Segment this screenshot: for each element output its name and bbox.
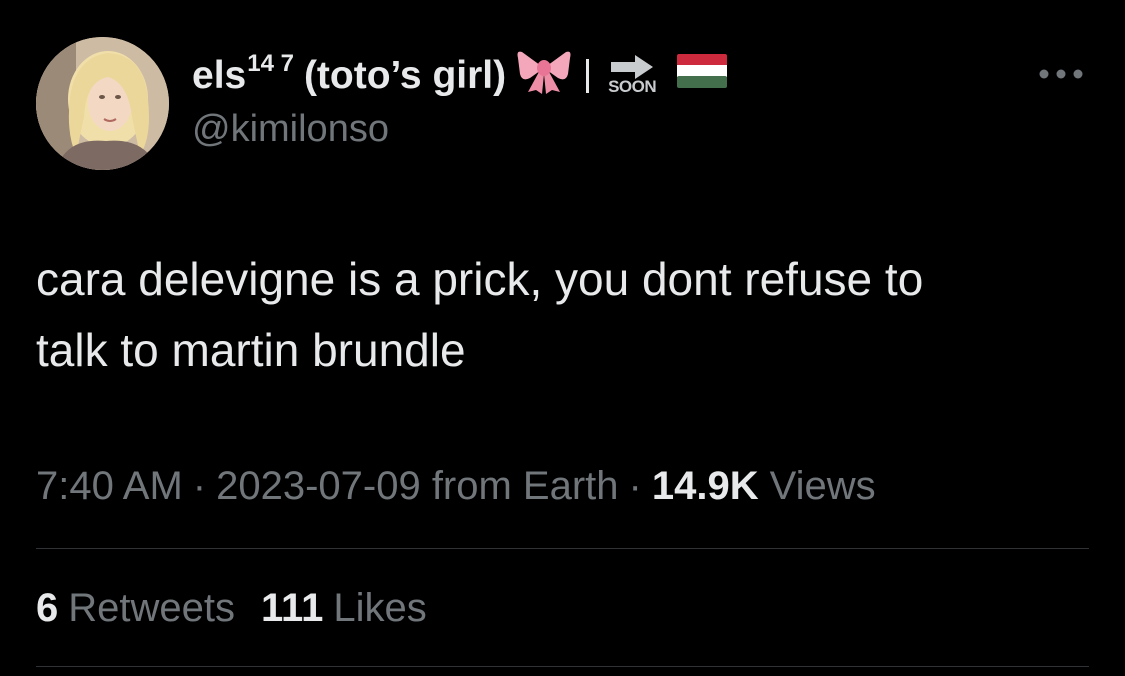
display-name-superscript: 14 7 xyxy=(247,50,294,77)
display-name-text: els xyxy=(192,54,247,97)
meta-separator: · xyxy=(628,464,642,508)
more-horizontal-icon[interactable] xyxy=(1038,64,1084,84)
name-separator-bar xyxy=(586,59,590,93)
soon-label: SOON xyxy=(608,77,657,96)
likes-count[interactable]: 111 xyxy=(261,580,323,636)
likes-label[interactable]: Likes xyxy=(333,580,426,636)
soon-arrow-icon: SOON xyxy=(607,55,657,97)
views-count[interactable]: 14.9K xyxy=(652,458,759,514)
ribbon-bow-icon xyxy=(516,48,572,104)
user-handle[interactable]: @kimilonso xyxy=(192,108,389,151)
display-name[interactable]: els 14 7 (toto’s girl) SOON xyxy=(192,48,728,104)
avatar-image xyxy=(36,37,169,170)
retweets-label[interactable]: Retweets xyxy=(68,580,235,636)
tweet-meta: 7:40 AM · 2023-07-09 from Earth · 14.9K … xyxy=(36,458,876,514)
tweet-time[interactable]: 7:40 AM xyxy=(36,458,183,514)
retweets-count[interactable]: 6 xyxy=(36,580,58,636)
tweet-date-source[interactable]: 2023-07-09 from Earth xyxy=(216,458,618,514)
hungary-flag-icon xyxy=(677,54,728,98)
avatar[interactable] xyxy=(36,37,169,170)
views-label[interactable]: Views xyxy=(770,458,876,514)
display-name-suffix: (toto’s girl) xyxy=(303,54,507,97)
divider xyxy=(36,548,1089,549)
meta-separator: · xyxy=(192,464,207,508)
tweet-text: cara delevigne is a prick, you dont refu… xyxy=(36,253,924,376)
tweet-card: els 14 7 (toto’s girl) SOON @kimilonso c… xyxy=(0,0,1125,676)
divider xyxy=(36,666,1089,667)
tweet-stats: 6 Retweets 111 Likes xyxy=(36,580,427,636)
